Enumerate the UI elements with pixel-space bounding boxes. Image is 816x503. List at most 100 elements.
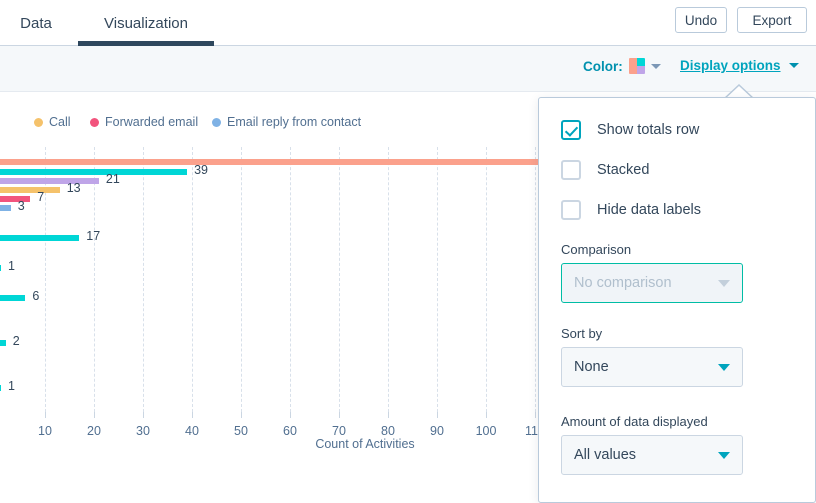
checkbox-label-stacked: Stacked — [597, 162, 649, 178]
chart-bar[interactable] — [0, 265, 1, 271]
legend-color-dot — [90, 118, 99, 127]
chart-options-bar: Color: Display options — [0, 46, 816, 92]
checkbox-label-show-totals-row: Show totals row — [597, 122, 699, 138]
x-axis-tick — [339, 412, 340, 418]
legend-item[interactable]: Email reply from contact — [212, 115, 361, 129]
chevron-down-icon — [718, 452, 730, 459]
color-picker-button[interactable]: Color: — [583, 58, 661, 74]
legend-item-label: Call — [49, 115, 71, 129]
x-axis-tick-label: 60 — [283, 424, 297, 438]
chart-gridline — [339, 147, 340, 412]
chart-bar-data-label: 1 — [8, 259, 15, 273]
amount-of-data-select[interactable]: All values — [561, 435, 743, 475]
x-axis-tick — [486, 412, 487, 418]
swatch-cell — [629, 66, 637, 74]
checkbox-row-show-totals-row[interactable]: Show totals row — [561, 120, 699, 140]
chart-gridline — [388, 147, 389, 412]
x-axis-tick — [45, 412, 46, 418]
x-axis-tick-label: 10 — [38, 424, 52, 438]
chart-gridline — [437, 147, 438, 412]
x-axis-tick-label: 50 — [234, 424, 248, 438]
swatch-cell — [637, 58, 645, 66]
x-axis-tick-label: 90 — [430, 424, 444, 438]
chevron-down-icon — [789, 63, 799, 68]
x-axis-tick-label: 100 — [476, 424, 497, 438]
x-axis-tick — [437, 412, 438, 418]
chart-bar-data-label: 1 — [8, 379, 15, 393]
chart-bar[interactable] — [0, 295, 25, 301]
comparison-label: Comparison — [561, 242, 631, 257]
chevron-down-icon — [718, 364, 730, 371]
chart-bar[interactable] — [0, 178, 99, 184]
chart-gridline — [192, 147, 193, 412]
swatch-cell — [629, 58, 637, 66]
visualization-page: Data Visualization Undo Export Color: Di… — [0, 0, 816, 503]
chart-bar[interactable] — [0, 205, 11, 211]
legend-color-dot — [212, 118, 221, 127]
chart-bar[interactable] — [0, 159, 545, 165]
chevron-down-icon — [718, 280, 730, 287]
undo-button-label: Undo — [685, 13, 717, 28]
x-axis-tick — [94, 412, 95, 418]
display-options-label: Display options — [680, 58, 781, 73]
chart-bar[interactable] — [0, 196, 30, 202]
tab-visualization-label: Visualization — [104, 15, 188, 32]
chart-bar-data-label: 17 — [86, 229, 100, 243]
checkbox-row-hide-data-labels[interactable]: Hide data labels — [561, 200, 701, 220]
checkbox-row-stacked[interactable]: Stacked — [561, 160, 649, 180]
sort-by-label: Sort by — [561, 326, 602, 341]
chart-bar-data-label: 7 — [37, 190, 44, 204]
x-axis-tick-label: 30 — [136, 424, 150, 438]
tab-visualization[interactable]: Visualization — [78, 0, 214, 46]
checkbox-label-hide-data-labels: Hide data labels — [597, 202, 701, 218]
undo-button[interactable]: Undo — [675, 7, 727, 33]
chart-bar[interactable] — [0, 235, 79, 241]
x-axis-tick — [241, 412, 242, 418]
chart-bar[interactable] — [0, 340, 6, 346]
chart-bar-data-label: 13 — [67, 181, 81, 195]
swatch-cell — [637, 66, 645, 74]
chart-bar-data-label: 39 — [194, 163, 208, 177]
checkbox-stacked[interactable] — [561, 160, 581, 180]
x-axis-tick — [388, 412, 389, 418]
x-axis-tick-label: 70 — [332, 424, 346, 438]
chart-bar-data-label: 2 — [13, 334, 20, 348]
chevron-down-icon — [651, 64, 661, 69]
chart-gridline — [486, 147, 487, 412]
comparison-select-value: No comparison — [574, 275, 718, 291]
x-axis-tick — [290, 412, 291, 418]
sort-by-select[interactable]: None — [561, 347, 743, 387]
export-button-label: Export — [752, 13, 791, 28]
x-axis-tick-label: 80 — [381, 424, 395, 438]
chart-gridline — [290, 147, 291, 412]
x-axis-tick — [192, 412, 193, 418]
export-button[interactable]: Export — [737, 7, 807, 33]
chart-gridline — [241, 147, 242, 412]
legend-item-label: Email reply from contact — [227, 115, 361, 129]
chart-bar[interactable] — [0, 169, 187, 175]
legend-item[interactable]: Call — [34, 115, 71, 129]
legend-item[interactable]: Forwarded email — [90, 115, 198, 129]
x-axis-tick-label: 40 — [185, 424, 199, 438]
chart-gridline — [143, 147, 144, 412]
chart-bar-data-label: 3 — [18, 199, 25, 213]
chart-gridline — [535, 147, 536, 412]
tab-data-label: Data — [20, 15, 52, 32]
chart-bar[interactable] — [0, 385, 1, 391]
tab-data[interactable]: Data — [8, 0, 64, 46]
x-axis-tick-label: 20 — [87, 424, 101, 438]
display-options-panel: Show totals row Stacked Hide data labels… — [538, 97, 816, 503]
chart-gridline — [94, 147, 95, 412]
checkbox-hide-data-labels[interactable] — [561, 200, 581, 220]
legend-item-label: Forwarded email — [105, 115, 198, 129]
amount-of-data-label: Amount of data displayed — [561, 414, 708, 429]
tab-bar: Data Visualization Undo Export — [0, 0, 816, 46]
display-options-button[interactable]: Display options — [680, 58, 799, 73]
checkbox-show-totals-row[interactable] — [561, 120, 581, 140]
amount-of-data-select-value: All values — [574, 447, 718, 463]
comparison-select[interactable]: No comparison — [561, 263, 743, 303]
chart-bar-data-label: 21 — [106, 172, 120, 186]
color-swatch-icon — [629, 58, 645, 74]
chart-bar[interactable] — [0, 187, 60, 193]
sort-by-select-value: None — [574, 359, 718, 375]
